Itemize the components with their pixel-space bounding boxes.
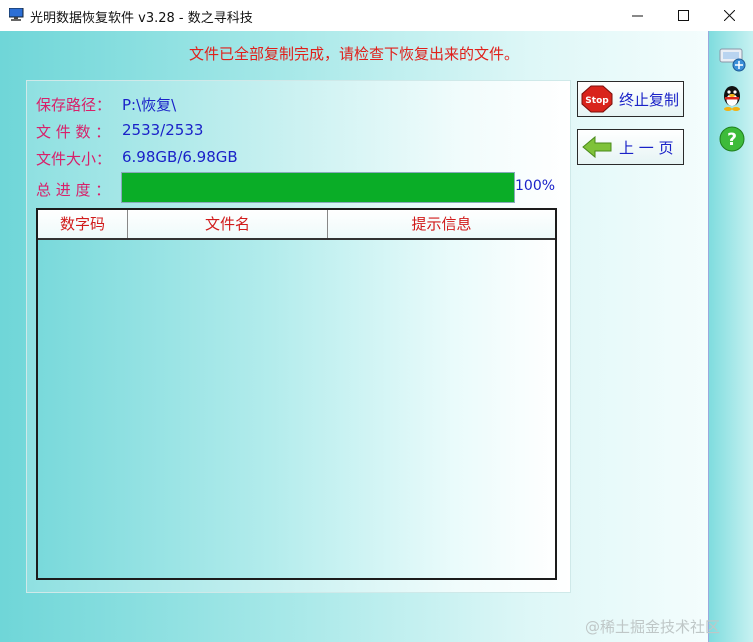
status-message: 文件已全部复制完成，请检查下恢复出来的文件。 bbox=[188, 45, 519, 63]
progress-bar-fill bbox=[122, 173, 514, 202]
window-title: 光明数据恢复软件 v3.28 - 数之寻科技 bbox=[30, 11, 253, 26]
minimize-button[interactable] bbox=[614, 0, 660, 31]
progress-percent: 100% bbox=[515, 178, 556, 194]
help-icon[interactable]: ? bbox=[717, 124, 747, 154]
file-count-value: 2533/2533 bbox=[122, 121, 204, 139]
file-size-value: 6.98GB/6.98GB bbox=[122, 148, 238, 166]
progress-label: 总 进 度 ： bbox=[36, 181, 111, 199]
column-header-message[interactable]: 提示信息 bbox=[328, 210, 555, 238]
back-arrow-icon bbox=[582, 135, 612, 159]
column-header-filename[interactable]: 文件名 bbox=[128, 210, 328, 238]
svg-text:?: ? bbox=[727, 130, 737, 150]
save-path-value: P:\恢复\ bbox=[122, 96, 177, 114]
previous-page-button[interactable]: 上 一 页 bbox=[577, 129, 684, 165]
stop-copy-button[interactable]: Stop 终止复制 bbox=[577, 81, 684, 117]
stop-sign-icon: Stop bbox=[581, 85, 613, 113]
close-icon bbox=[723, 10, 735, 21]
file-size-label: 文件大小： bbox=[36, 150, 112, 168]
app-computer-icon bbox=[9, 8, 24, 21]
maximize-button[interactable] bbox=[660, 0, 706, 31]
file-table[interactable]: 数字码 文件名 提示信息 bbox=[36, 208, 557, 580]
qq-penguin-icon[interactable] bbox=[717, 83, 747, 113]
svg-text:Stop: Stop bbox=[585, 96, 609, 106]
title-bar: 光明数据恢复软件 v3.28 - 数之寻科技 bbox=[0, 0, 753, 32]
watermark-text: @稀土掘金技术社区 bbox=[585, 618, 721, 636]
network-icon[interactable] bbox=[717, 43, 747, 73]
file-count-label: 文 件 数 ： bbox=[36, 123, 111, 141]
close-button[interactable] bbox=[706, 0, 752, 31]
progress-bar bbox=[121, 172, 515, 203]
maximize-icon bbox=[677, 10, 689, 21]
save-path-label: 保存路径： bbox=[36, 96, 112, 114]
table-header: 数字码 文件名 提示信息 bbox=[38, 210, 555, 240]
right-sidebar: ? bbox=[708, 31, 753, 642]
column-header-code[interactable]: 数字码 bbox=[38, 210, 128, 238]
previous-page-label: 上 一 页 bbox=[619, 138, 674, 157]
minimize-icon bbox=[631, 15, 643, 17]
stop-copy-label: 终止复制 bbox=[619, 90, 680, 109]
